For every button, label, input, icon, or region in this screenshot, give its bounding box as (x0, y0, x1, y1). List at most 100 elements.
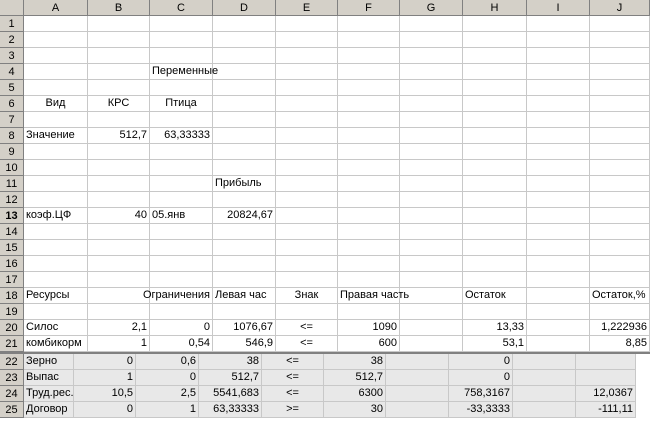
cell-f18[interactable]: Правая часть (338, 288, 409, 304)
row-header-9[interactable]: 9 (0, 144, 24, 160)
cell-c22[interactable]: 0,6 (136, 354, 199, 370)
cell-e2[interactable] (276, 32, 338, 48)
cell-e12[interactable] (276, 192, 338, 208)
cell-f13[interactable] (338, 208, 400, 224)
column-header-e[interactable]: E (276, 0, 338, 16)
cell-h7[interactable] (463, 112, 527, 128)
cell-i17[interactable] (527, 272, 590, 288)
cell-a13[interactable]: коэф.ЦФ (24, 208, 88, 224)
cell-g23[interactable] (386, 370, 449, 386)
cell-h5[interactable] (463, 80, 527, 96)
cell-a9[interactable] (24, 144, 88, 160)
cell-d24[interactable]: 5541,683 (199, 386, 262, 402)
cell-a25[interactable]: Договор (24, 402, 74, 418)
cell-j8[interactable] (590, 128, 650, 144)
cell-h19[interactable] (463, 304, 527, 320)
cell-j18[interactable]: Остаток,% (590, 288, 650, 304)
cell-b15[interactable] (88, 240, 150, 256)
cell-g19[interactable] (400, 304, 463, 320)
row-header-16[interactable]: 16 (0, 256, 24, 272)
cell-f2[interactable] (338, 32, 400, 48)
cell-d7[interactable] (213, 112, 276, 128)
cell-g12[interactable] (400, 192, 463, 208)
row-header-18[interactable]: 18 (0, 288, 24, 304)
cell-c17[interactable] (150, 272, 213, 288)
cell-d15[interactable] (213, 240, 276, 256)
cell-g3[interactable] (400, 48, 463, 64)
cell-j13[interactable] (590, 208, 650, 224)
cell-a6[interactable]: Вид (24, 96, 88, 112)
cell-i5[interactable] (527, 80, 590, 96)
cell-j16[interactable] (590, 256, 650, 272)
cell-a12[interactable] (24, 192, 88, 208)
cell-d14[interactable] (213, 224, 276, 240)
cell-f25[interactable]: 30 (324, 402, 386, 418)
row-header-14[interactable]: 14 (0, 224, 24, 240)
cell-a2[interactable] (24, 32, 88, 48)
row-header-19[interactable]: 19 (0, 304, 24, 320)
cell-f7[interactable] (338, 112, 400, 128)
cell-d2[interactable] (213, 32, 276, 48)
cell-d23[interactable]: 512,7 (199, 370, 262, 386)
row-header-4[interactable]: 4 (0, 64, 24, 80)
cell-i6[interactable] (527, 96, 590, 112)
cell-c25[interactable]: 1 (136, 402, 199, 418)
cell-b21[interactable]: 1 (88, 336, 150, 352)
cell-b4[interactable] (88, 64, 150, 80)
row-header-20[interactable]: 20 (0, 320, 24, 336)
cell-h21[interactable]: 53,1 (463, 336, 527, 352)
cell-f6[interactable] (338, 96, 400, 112)
cell-j22[interactable] (576, 354, 636, 370)
cell-h3[interactable] (463, 48, 527, 64)
row-header-3[interactable]: 3 (0, 48, 24, 64)
cell-f17[interactable] (338, 272, 400, 288)
cell-b22[interactable]: 0 (74, 354, 136, 370)
cell-b2[interactable] (88, 32, 150, 48)
cell-d18[interactable]: Левая час (213, 288, 276, 304)
cell-c16[interactable] (150, 256, 213, 272)
cell-f24[interactable]: 6300 (324, 386, 386, 402)
cell-h8[interactable] (463, 128, 527, 144)
cell-i8[interactable] (527, 128, 590, 144)
cell-c8[interactable]: 63,33333 (150, 128, 213, 144)
cell-b18[interactable] (88, 288, 150, 304)
cell-g22[interactable] (386, 354, 449, 370)
row-header-7[interactable]: 7 (0, 112, 24, 128)
cell-j10[interactable] (590, 160, 650, 176)
cell-a23[interactable]: Выпас (24, 370, 74, 386)
cell-i13[interactable] (527, 208, 590, 224)
cell-j11[interactable] (590, 176, 650, 192)
cell-i3[interactable] (527, 48, 590, 64)
cell-h18[interactable]: Остаток (463, 288, 527, 304)
cell-j4[interactable] (590, 64, 650, 80)
cell-e8[interactable] (276, 128, 338, 144)
cell-j21[interactable]: 8,85 (590, 336, 650, 352)
cell-c13[interactable]: 05.янв (150, 208, 213, 224)
cell-b3[interactable] (88, 48, 150, 64)
cell-j15[interactable] (590, 240, 650, 256)
cell-h4[interactable] (463, 64, 527, 80)
cell-c20[interactable]: 0 (150, 320, 213, 336)
cell-f11[interactable] (338, 176, 400, 192)
cell-e5[interactable] (276, 80, 338, 96)
cell-j14[interactable] (590, 224, 650, 240)
cell-d5[interactable] (213, 80, 276, 96)
cell-d22[interactable]: 38 (199, 354, 262, 370)
cell-f23[interactable]: 512,7 (324, 370, 386, 386)
cell-d25[interactable]: 63,33333 (199, 402, 262, 418)
cell-i18[interactable] (527, 288, 590, 304)
cell-j23[interactable] (576, 370, 636, 386)
cell-d4[interactable] (213, 64, 276, 80)
cell-f8[interactable] (338, 128, 400, 144)
cell-h13[interactable] (463, 208, 527, 224)
cell-c18[interactable]: Ограничения (143, 288, 213, 304)
cell-j6[interactable] (590, 96, 650, 112)
column-header-j[interactable]: J (590, 0, 650, 16)
row-header-2[interactable]: 2 (0, 32, 24, 48)
cell-g10[interactable] (400, 160, 463, 176)
column-header-b[interactable]: B (88, 0, 150, 16)
cell-f12[interactable] (338, 192, 400, 208)
cell-b16[interactable] (88, 256, 150, 272)
cell-e10[interactable] (276, 160, 338, 176)
cell-f9[interactable] (338, 144, 400, 160)
